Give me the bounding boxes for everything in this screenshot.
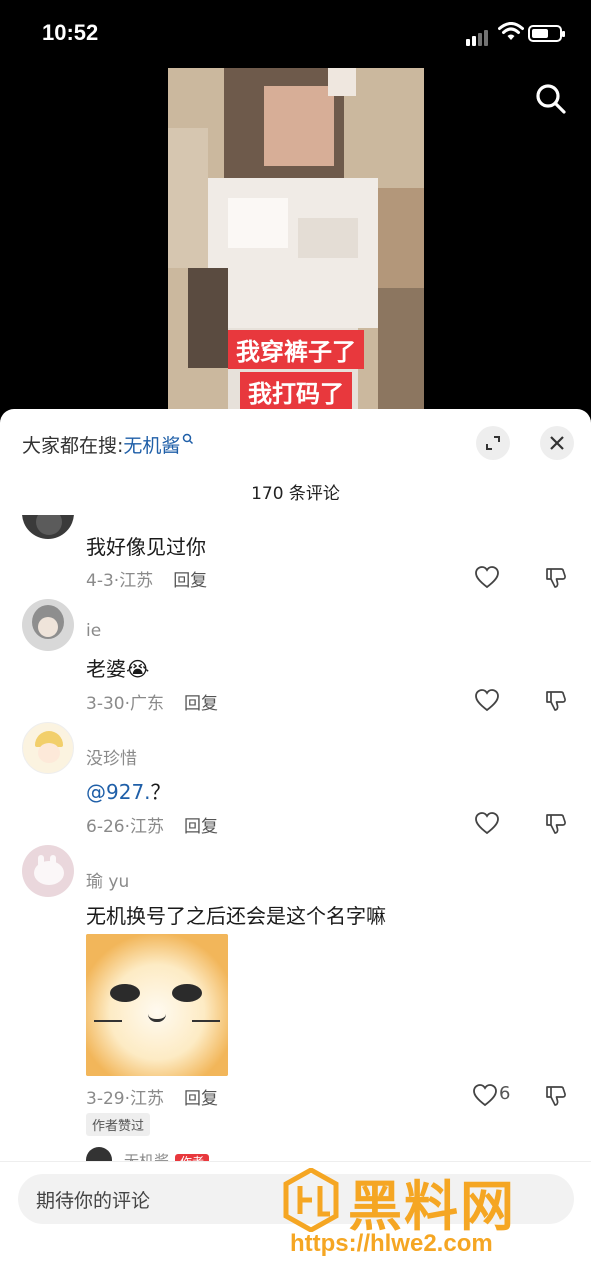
comment-date: 6-26 [86, 817, 125, 837]
cellular-signal-icon [466, 27, 490, 46]
watermark-logo-icon [283, 1168, 339, 1232]
comment-location: 江苏 [130, 817, 164, 837]
small-search-icon [183, 433, 194, 445]
watermark-url: https://hlwe2.com [290, 1230, 493, 1257]
comment-username[interactable]: ie [86, 621, 101, 641]
heart-icon[interactable] [474, 688, 500, 712]
wifi-icon [498, 22, 524, 40]
status-time: 10:52 [42, 20, 99, 45]
comment-username[interactable]: 瑜 yu [86, 867, 129, 892]
expand-button[interactable] [476, 426, 510, 460]
thumbs-down-icon[interactable] [544, 565, 568, 589]
heart-icon[interactable] [474, 811, 500, 835]
reply-button[interactable]: 回复 [184, 1089, 218, 1109]
comment-location: 江苏 [130, 1089, 164, 1109]
video-caption-1: 我穿裤子了 [228, 330, 364, 369]
heart-icon[interactable] [472, 1083, 498, 1107]
reply-username: 无机酱 [124, 1152, 170, 1161]
comment-count: 170 条评论 [251, 484, 340, 504]
thumbs-down-icon[interactable] [544, 811, 568, 835]
comment-location: 广东 [130, 694, 164, 714]
avatar[interactable] [22, 722, 74, 774]
reply-button[interactable]: 回复 [184, 694, 218, 714]
comment-input-bar: 期待你的评论 黑料网 https://hlwe2.com [0, 1161, 591, 1280]
comment-text: 老婆😭 [86, 657, 150, 681]
comment-meta: 3-29·江苏 回复 [86, 1089, 218, 1109]
watermark: 黑料网 https://hlwe2.com [282, 1168, 582, 1268]
avatar[interactable] [86, 1147, 112, 1161]
user-mention[interactable]: @927. [86, 780, 151, 804]
hot-search-prefix: 大家都在搜: [22, 435, 124, 457]
video-preview[interactable]: 我穿裤子了 我打码了 [168, 68, 424, 413]
close-button[interactable] [540, 426, 574, 460]
comment-date: 3-29 [86, 1089, 125, 1109]
comment-text: @927.？ [86, 776, 171, 805]
search-icon[interactable] [532, 80, 570, 118]
author-tag: 作者 [175, 1154, 210, 1161]
thumbs-down-icon[interactable] [544, 1083, 568, 1107]
status-bar: 10:52 [0, 0, 591, 70]
battery-icon [528, 25, 565, 42]
avatar[interactable] [22, 515, 74, 539]
comment-list[interactable]: 我好像见过你 4-3·江苏 回复 ie 老婆😭 3-30·广东 回复 没珍惜 @92… [0, 515, 591, 1161]
expand-icon [486, 436, 500, 450]
close-icon [550, 436, 564, 450]
comment-date: 4-3 [86, 571, 114, 591]
comments-sheet: 大家都在搜:无机酱 170 条评论 我好像见过你 4-3·江苏 回复 ie 老婆😭 [0, 409, 591, 1280]
author-liked-badge: 作者赞过 [86, 1113, 151, 1136]
avatar[interactable] [22, 599, 74, 651]
comment-meta: 6-26·江苏 回复 [86, 817, 218, 837]
comment-username[interactable]: 没珍惜 [86, 744, 137, 769]
like-count: 6 [499, 1083, 511, 1104]
comment-text: 无机换号了之后还会是这个名字嘛 [86, 904, 386, 928]
comment-text-body: ？ [150, 780, 171, 804]
comment-sticker-image[interactable] [86, 934, 228, 1076]
reply-button[interactable]: 回复 [173, 571, 207, 591]
reply-button[interactable]: 回复 [184, 817, 218, 837]
comment-meta: 3-30·广东 回复 [86, 694, 218, 714]
thumbs-down-icon[interactable] [544, 688, 568, 712]
avatar[interactable] [22, 845, 74, 897]
heart-icon[interactable] [474, 565, 500, 589]
comment-location: 江苏 [119, 571, 154, 591]
comment-text: 我好像见过你 [86, 535, 206, 559]
comment-input-placeholder: 期待你的评论 [36, 1190, 151, 1212]
reply-preview[interactable]: 无机酱作者 [124, 1150, 210, 1161]
comment-meta: 4-3·江苏 回复 [86, 571, 208, 591]
hot-search-keyword[interactable]: 无机酱 [123, 435, 180, 457]
video-caption-2: 我打码了 [240, 372, 352, 411]
hot-search[interactable]: 大家都在搜:无机酱 [22, 431, 194, 458]
comment-date: 3-30 [86, 694, 125, 714]
